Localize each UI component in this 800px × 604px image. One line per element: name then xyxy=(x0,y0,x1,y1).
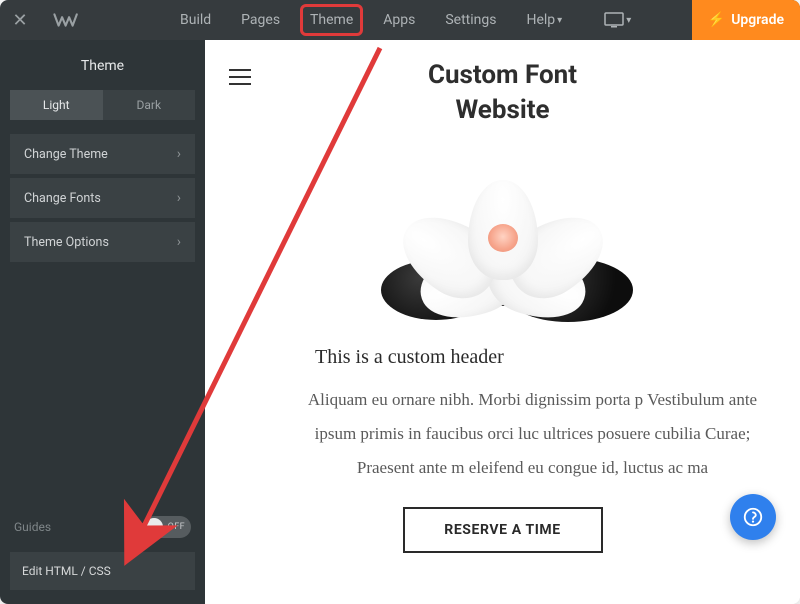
nav-theme[interactable]: Theme xyxy=(304,8,359,32)
upgrade-button[interactable]: ⚡ Upgrade xyxy=(692,0,800,40)
toggle-state-label: OFF xyxy=(168,522,185,532)
top-nav: Build Pages Theme Apps Settings Help ▾ ▾ xyxy=(174,8,631,32)
sidebar-item-change-theme[interactable]: Change Theme › xyxy=(10,134,195,174)
nav-settings[interactable]: Settings xyxy=(439,8,502,32)
guides-row: Guides OFF xyxy=(0,506,205,548)
site-title-line2: Website xyxy=(455,95,549,125)
nav-help-label: Help xyxy=(526,12,555,28)
chevron-down-icon: ▾ xyxy=(557,15,562,26)
nav-help[interactable]: Help ▾ xyxy=(520,8,568,32)
topbar: ✕ Build Pages Theme Apps Settings Help ▾… xyxy=(0,0,800,40)
guides-label: Guides xyxy=(14,520,51,534)
tab-dark[interactable]: Dark xyxy=(103,90,196,120)
sidebar-title: Theme xyxy=(0,40,205,90)
hero-image xyxy=(363,154,643,324)
chevron-right-icon: › xyxy=(177,234,181,250)
hamburger-menu-icon[interactable] xyxy=(229,64,251,90)
tab-light[interactable]: Light xyxy=(10,90,103,120)
close-icon[interactable]: ✕ xyxy=(0,10,40,31)
site-preview: Custom Font Website This is a custom hea… xyxy=(205,40,800,604)
sidebar-item-label: Change Fonts xyxy=(24,191,101,206)
reserve-button[interactable]: RESERVE A TIME xyxy=(403,507,603,553)
nav-pages[interactable]: Pages xyxy=(235,8,286,32)
upgrade-label: Upgrade xyxy=(731,12,784,28)
sidebar: Theme Light Dark Change Theme › Change F… xyxy=(0,40,205,604)
chevron-right-icon: › xyxy=(177,190,181,206)
nav-build[interactable]: Build xyxy=(174,8,217,32)
body-paragraph: Aliquam eu ornare nibh. Morbi dignissim … xyxy=(305,383,760,485)
nav-apps[interactable]: Apps xyxy=(377,8,421,32)
edit-html-css-button[interactable]: Edit HTML / CSS xyxy=(10,552,195,590)
lightning-icon: ⚡ xyxy=(708,12,725,28)
sidebar-item-label: Theme Options xyxy=(24,235,109,250)
app-window: ✕ Build Pages Theme Apps Settings Help ▾… xyxy=(0,0,800,604)
device-preview-menu[interactable]: ▾ xyxy=(604,12,631,28)
custom-header-text: This is a custom header xyxy=(315,346,800,369)
chevron-down-icon: ▾ xyxy=(626,15,631,26)
help-bubble-button[interactable] xyxy=(730,494,776,540)
sidebar-item-label: Change Theme xyxy=(24,147,108,162)
sidebar-item-change-fonts[interactable]: Change Fonts › xyxy=(10,178,195,218)
site-title-line1: Custom Font xyxy=(428,60,577,90)
guides-toggle[interactable]: OFF xyxy=(143,516,191,538)
site-title: Custom Font Website xyxy=(205,58,800,128)
toggle-knob xyxy=(145,518,163,536)
chevron-right-icon: › xyxy=(177,146,181,162)
sidebar-item-theme-options[interactable]: Theme Options › xyxy=(10,222,195,262)
weebly-logo[interactable] xyxy=(40,10,94,30)
theme-mode-toggle: Light Dark xyxy=(10,90,195,120)
